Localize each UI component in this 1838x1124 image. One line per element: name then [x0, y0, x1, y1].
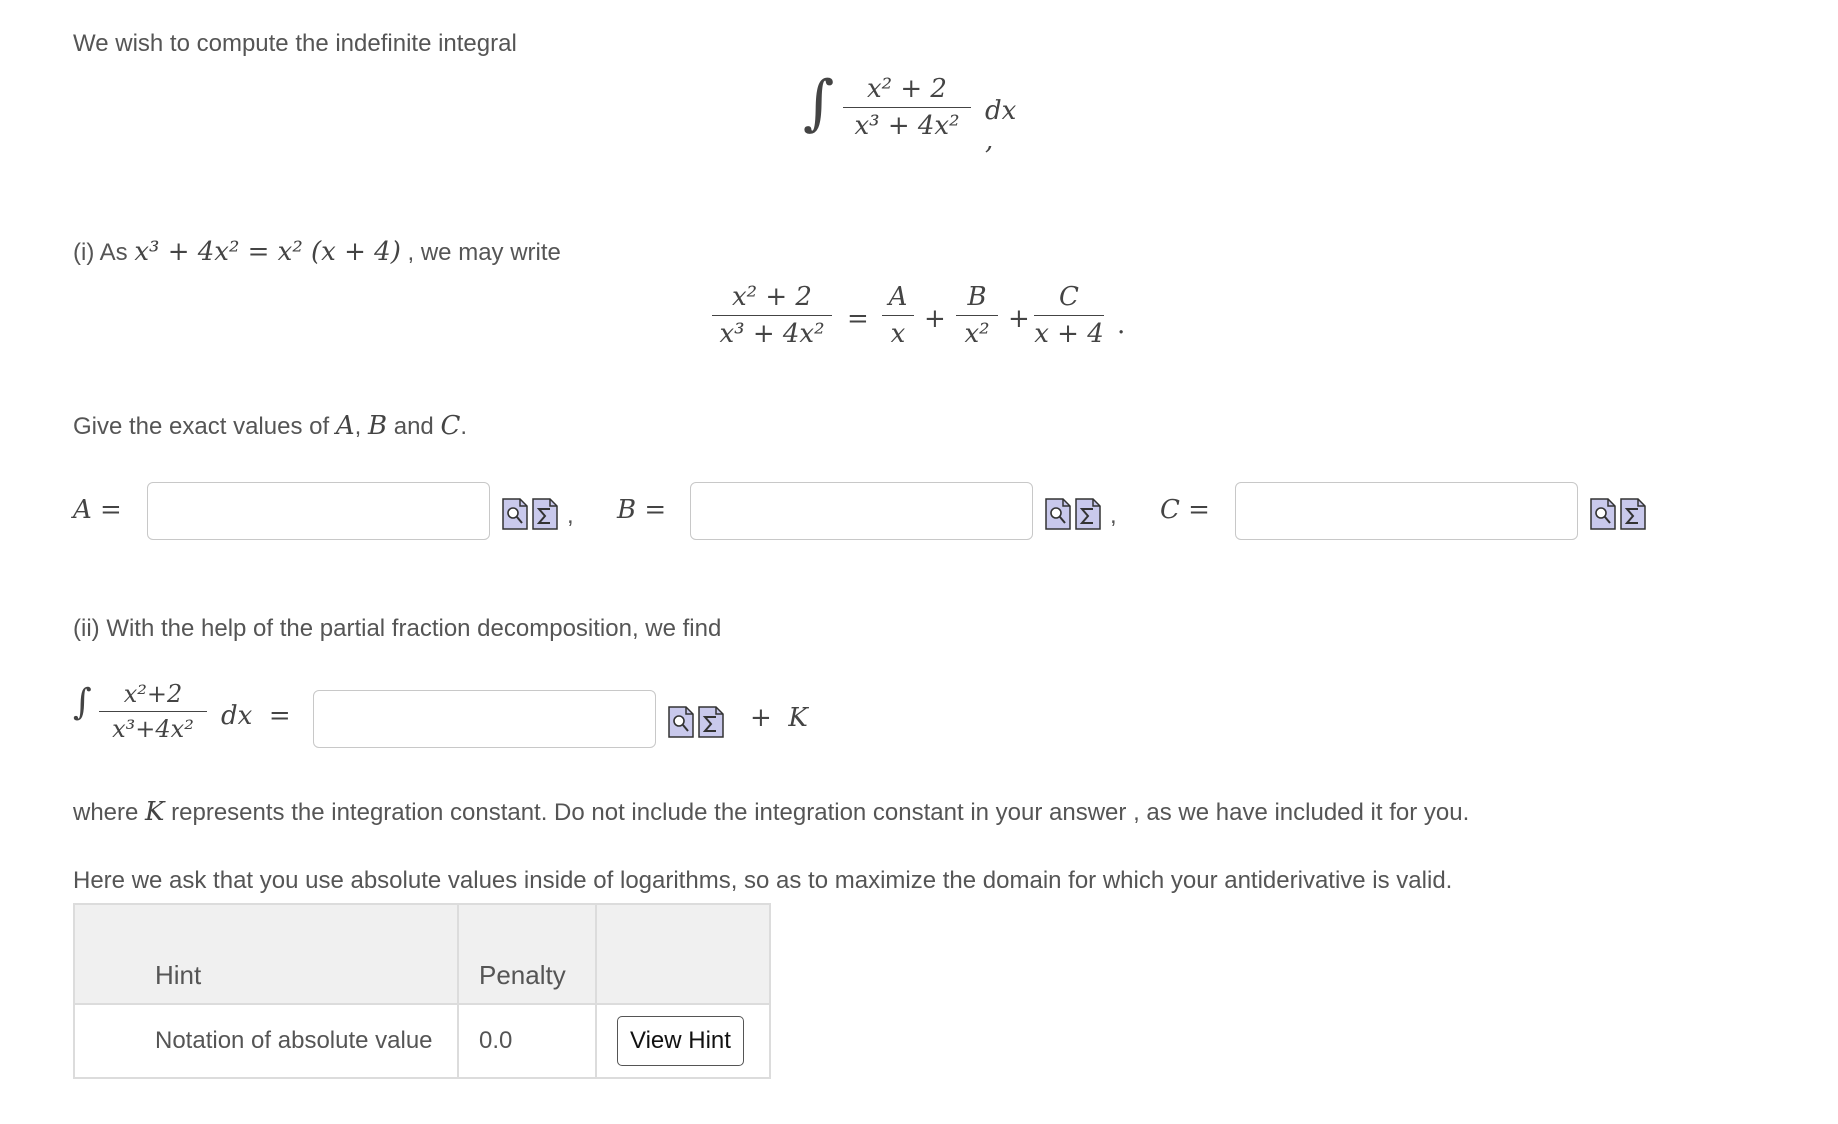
intro-fraction: x² + 2 x³ + 4x²: [843, 74, 971, 141]
plus-sign: +: [924, 304, 946, 334]
hint-table-header: Hint Penalty: [73, 903, 771, 1005]
comma: ,: [354, 413, 362, 440]
intro-denominator: x³ + 4x²: [854, 111, 960, 141]
action-column-header: [595, 903, 771, 1005]
action-cell: View Hint: [595, 1003, 771, 1079]
separator-comma: ,: [567, 502, 574, 529]
hint-cell: Notation of absolute value: [73, 1003, 459, 1079]
fraction-b-num: B: [967, 282, 987, 312]
equals-sign: =: [847, 304, 869, 334]
fraction-c-den: x + 4: [1034, 319, 1104, 349]
part-ii-denominator: x³+4x²: [112, 715, 194, 743]
factorization-equation: x³ + 4x² = x² (x + 4): [134, 237, 401, 267]
view-hint-button[interactable]: View Hint: [617, 1016, 744, 1066]
part-i-line: (i) As x³ + 4x² = x² (x + 4) , we may wr…: [73, 237, 561, 267]
and-text: and: [393, 413, 434, 440]
intro-dx: dx ,: [985, 96, 1017, 156]
hint-table: Hint Penalty Notation of absolute value …: [73, 903, 771, 1079]
answer-c-input[interactable]: [1235, 482, 1578, 540]
separator-comma: ,: [1110, 502, 1117, 529]
equation-editor-icon[interactable]: [1075, 498, 1101, 530]
preview-icon[interactable]: [1045, 498, 1071, 530]
part-ii-text: (ii) With the help of the partial fracti…: [73, 615, 722, 642]
part-ii-numerator: x²+2: [123, 680, 183, 708]
preview-icon[interactable]: [1590, 498, 1616, 530]
period: .: [460, 413, 468, 440]
label-a: A =: [73, 495, 122, 525]
var-b: B: [367, 411, 388, 441]
preview-icon[interactable]: [668, 706, 694, 738]
equation-editor-icon[interactable]: [698, 706, 724, 738]
label-b: B =: [617, 495, 667, 525]
give-values-line: Give the exact values of A, B and C.: [73, 411, 467, 441]
equation-editor-icon[interactable]: [1620, 498, 1646, 530]
part-i-prefix: (i) As: [73, 239, 128, 266]
answer-b-icons: [1045, 498, 1101, 530]
fraction-a-num: A: [888, 282, 908, 312]
antiderivative-input[interactable]: [313, 690, 656, 748]
intro-numerator: x² + 2: [867, 74, 947, 104]
fraction-b: B x²: [956, 282, 998, 349]
give-values-text: Give the exact values of: [73, 413, 330, 440]
equation-editor-icon[interactable]: [532, 498, 558, 530]
var-a: A: [335, 411, 355, 441]
lhs-fraction: x² + 2 x³ + 4x²: [712, 282, 832, 349]
absolute-value-note: Here we ask that you use absolute values…: [73, 867, 1453, 894]
answer-b-input[interactable]: [690, 482, 1033, 540]
where-prefix: where: [73, 799, 139, 826]
antiderivative-icons: [668, 706, 724, 738]
where-rest: represents the integration constant. Do …: [171, 799, 1470, 826]
lhs-numerator: x² + 2: [732, 282, 812, 312]
fraction-c-num: C: [1059, 282, 1079, 312]
fraction-a-den: x: [890, 319, 906, 349]
integral-sign: ∫: [803, 68, 835, 138]
hint-column-header: Hint: [73, 903, 459, 1005]
part-ii-dx: dx =: [221, 701, 291, 731]
fraction-b-den: x²: [964, 319, 990, 349]
equation-period: .: [1117, 310, 1126, 340]
integral-sign: ∫: [73, 682, 92, 723]
penalty-column-header: Penalty: [457, 903, 597, 1005]
answer-a-icons: [502, 498, 558, 530]
var-c: C: [440, 411, 461, 441]
intro-text: We wish to compute the indefinite integr…: [73, 30, 517, 57]
var-k: K: [145, 797, 165, 827]
part-i-suffix: , we may write: [407, 239, 561, 266]
answer-a-input[interactable]: [147, 482, 490, 540]
fraction-c: C x + 4: [1034, 282, 1104, 349]
lhs-denominator: x³ + 4x²: [719, 319, 825, 349]
answer-c-icons: [1590, 498, 1646, 530]
table-row: Notation of absolute value 0.0 View Hint: [73, 1003, 771, 1079]
preview-icon[interactable]: [502, 498, 528, 530]
plus-integration-constant: + K: [750, 703, 808, 733]
plus-sign: +: [1008, 304, 1030, 334]
penalty-cell: 0.0: [457, 1003, 597, 1079]
label-c: C =: [1160, 495, 1210, 525]
fraction-a: A x: [882, 282, 914, 349]
where-line: where K represents the integration const…: [73, 797, 1469, 827]
part-ii-fraction: x²+2 x³+4x²: [99, 680, 207, 743]
